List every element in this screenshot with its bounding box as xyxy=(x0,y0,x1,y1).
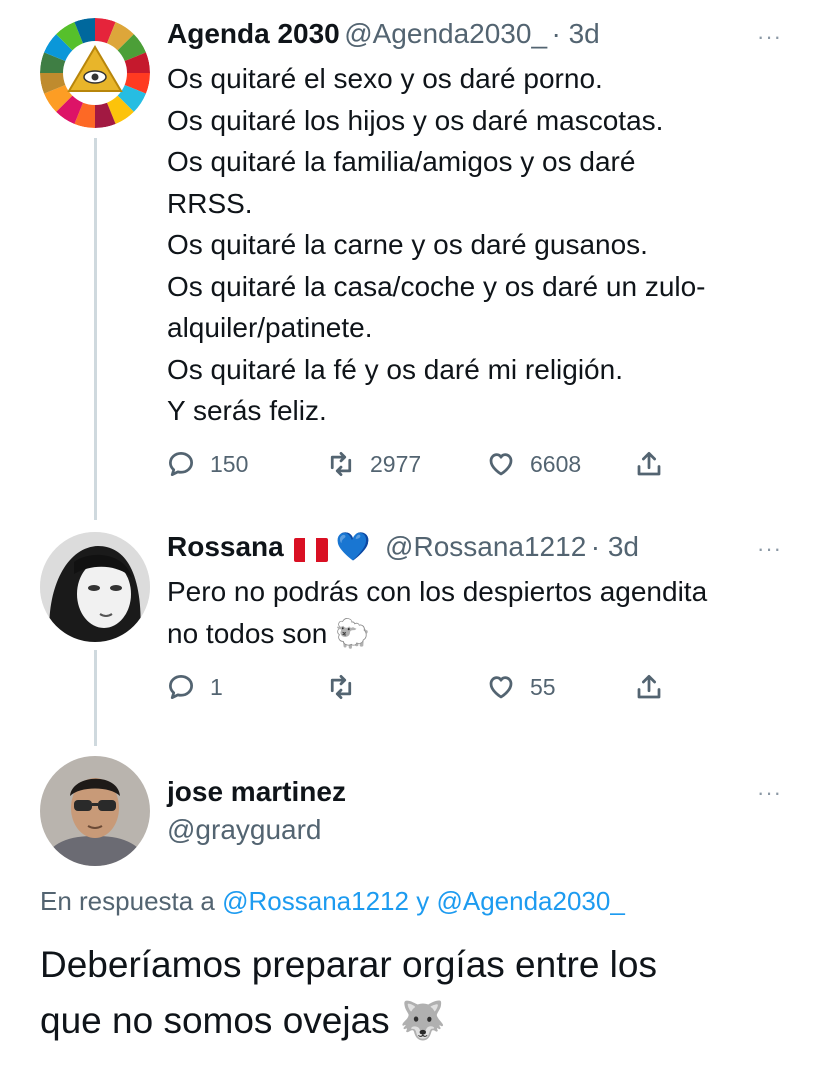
reply-count: 150 xyxy=(210,450,249,477)
tweet-time[interactable]: · 3d xyxy=(551,18,599,49)
reply-prefix: En respuesta a xyxy=(40,886,215,916)
tweet-line: no todos son 🐑 xyxy=(167,617,370,649)
more-options-button[interactable]: ··· xyxy=(757,24,782,50)
author-handle[interactable]: @Agenda2030_ xyxy=(344,18,547,49)
tweet-header: Agenda 2030 @Agenda2030_ · 3d xyxy=(167,18,600,50)
retweet-icon xyxy=(330,452,352,476)
tweet-line: Os quitaré la carne y os daré gusanos. xyxy=(167,229,648,260)
user-photo-icon xyxy=(40,532,150,642)
reply-conjunction: y xyxy=(416,886,430,916)
like-count: 6608 xyxy=(530,450,582,477)
tweet-time[interactable]: · 3d xyxy=(591,531,639,562)
more-options-button[interactable]: ··· xyxy=(757,536,782,562)
peru-flag-icon xyxy=(293,537,328,562)
user-photo-icon xyxy=(40,756,150,866)
more-options-button[interactable]: ··· xyxy=(757,780,782,806)
author-handle[interactable]: @grayguard xyxy=(167,814,322,846)
tweet-body: Deberíamos preparar orgías entre los que… xyxy=(40,937,810,1049)
retweet-count: 2977 xyxy=(370,450,422,477)
author-name[interactable]: jose martinez xyxy=(167,776,346,808)
thread-line xyxy=(94,138,97,520)
tweet-line: Os quitaré la fé y os daré mi religión. xyxy=(167,353,623,385)
reply-button[interactable]: 150 xyxy=(166,449,326,479)
share-icon xyxy=(637,675,661,699)
retweet-icon xyxy=(330,675,352,699)
like-count: 55 xyxy=(530,673,556,700)
reply-count: 1 xyxy=(210,673,223,700)
tweet-line: Os quitaré la casa/coche y os daré un zu… xyxy=(167,270,706,302)
share-icon xyxy=(637,452,661,476)
tweet-line: Os quitaré el sexo y os daré porno. xyxy=(167,63,603,94)
mention-link[interactable]: @Agenda2030_ xyxy=(436,886,624,916)
avatar[interactable] xyxy=(40,532,150,642)
tweet-line: Y serás feliz. xyxy=(167,395,327,426)
mention-link[interactable]: @Rossana1212 xyxy=(222,886,409,916)
heart-icon xyxy=(489,453,513,476)
avatar[interactable] xyxy=(40,756,150,866)
tweet-line: que no somos ovejas 🐺 xyxy=(40,1000,447,1041)
blue-heart-icon: 💙 xyxy=(335,531,371,562)
tweet-line: alquiler/patinete. xyxy=(167,312,373,343)
tweet-header: Rossana 💙 @Rossana1212 · 3d xyxy=(167,530,639,566)
tweet-line: RRSS. xyxy=(167,187,253,219)
share-button[interactable] xyxy=(634,449,664,479)
tweet-line: Os quitaré los hijos y os daré mascotas. xyxy=(167,104,664,136)
replying-to: En respuesta a @Rossana1212 y @Agenda203… xyxy=(40,886,625,917)
eye-of-providence-sdg-wheel-icon xyxy=(40,18,150,128)
avatar[interactable] xyxy=(40,18,150,128)
author-name[interactable]: Agenda 2030 xyxy=(167,18,340,49)
author-name[interactable]: Rossana xyxy=(167,531,284,562)
retweet-button[interactable]: 2977 xyxy=(326,449,486,479)
tweet-body: Os quitaré el sexo y os daré porno. Os q… xyxy=(167,58,797,432)
reply-icon xyxy=(169,452,193,476)
like-button[interactable]: 6608 xyxy=(486,449,634,479)
tweet-actions: 1 55 xyxy=(166,669,664,705)
retweet-button[interactable] xyxy=(326,672,486,702)
thread-line xyxy=(94,650,97,746)
share-button[interactable] xyxy=(634,672,664,702)
author-handle[interactable]: @Rossana1212 xyxy=(385,531,586,562)
tweet-body: Pero no podrás con los despiertos agendi… xyxy=(167,571,807,654)
tweet-line: Os quitaré la familia/amigos y os daré xyxy=(167,146,636,177)
tweet-line: Deberíamos preparar orgías entre los xyxy=(40,944,657,985)
tweet-actions: 150 2977 6608 xyxy=(166,446,664,482)
reply-icon xyxy=(169,675,193,699)
like-button[interactable]: 55 xyxy=(486,672,634,702)
heart-icon xyxy=(489,676,513,699)
reply-button[interactable]: 1 xyxy=(166,672,326,702)
tweet-line: Pero no podrás con los despiertos agendi… xyxy=(167,576,708,607)
